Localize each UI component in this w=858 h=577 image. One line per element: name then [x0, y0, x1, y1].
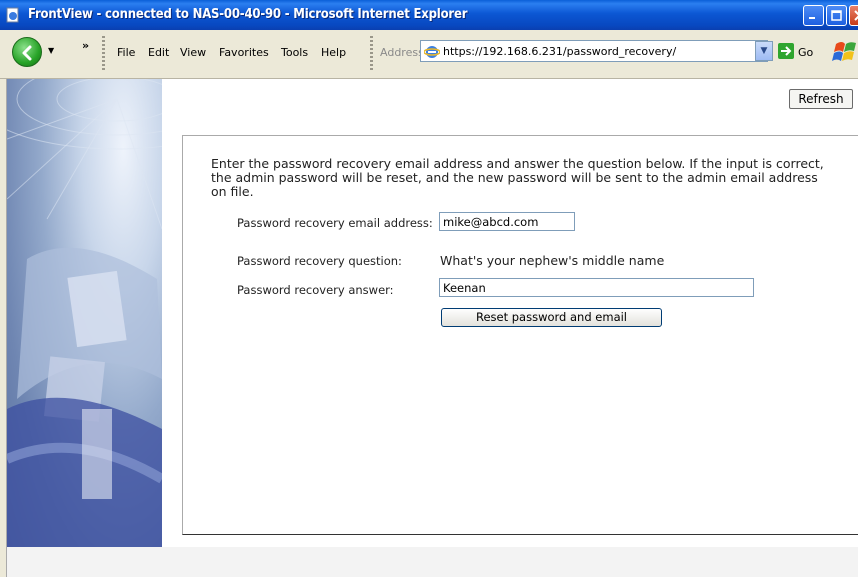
- question-label: Password recovery question:: [237, 254, 402, 268]
- go-arrow-icon[interactable]: [778, 43, 794, 59]
- go-button[interactable]: Go: [798, 46, 813, 59]
- network-cable-image: [7, 79, 162, 547]
- windows-logo-icon: [832, 42, 856, 61]
- window-title: FrontView - connected to NAS-00-40-90 - …: [28, 7, 468, 22]
- answer-field[interactable]: Keenan: [439, 278, 754, 297]
- menu-file[interactable]: File: [117, 46, 135, 59]
- minimize-button[interactable]: [803, 5, 824, 26]
- menu-help[interactable]: Help: [321, 46, 346, 59]
- title-bar: FrontView - connected to NAS-00-40-90 - …: [0, 0, 858, 30]
- close-button[interactable]: [849, 5, 858, 26]
- question-value: What's your nephew's middle name: [440, 253, 665, 268]
- email-label: Password recovery email address:: [237, 216, 433, 230]
- maximize-icon: [831, 10, 842, 21]
- close-icon: [854, 10, 858, 21]
- back-arrow-icon: [22, 45, 32, 61]
- minimize-icon: [809, 17, 815, 19]
- sidebar-graphic: [7, 79, 162, 547]
- menu-favorites[interactable]: Favorites: [219, 46, 269, 59]
- address-label: Address: [380, 46, 424, 59]
- toolbar-chevron[interactable]: »: [82, 39, 89, 52]
- browser-toolbar: ▼ » File Edit View Favorites Tools Help …: [0, 30, 858, 79]
- address-dropdown-icon[interactable]: ▼: [755, 41, 773, 61]
- back-dropdown-icon[interactable]: ▼: [48, 46, 54, 55]
- address-bar[interactable]: https://192.168.6.231/password_recovery/: [420, 40, 768, 62]
- ie-page-icon: [6, 7, 19, 23]
- bottom-area: [7, 547, 858, 577]
- refresh-button[interactable]: Refresh: [789, 89, 853, 109]
- window-frame: [0, 79, 7, 577]
- toolbar-grip: [370, 36, 373, 70]
- menu-view[interactable]: View: [180, 46, 206, 59]
- intro-text: Enter the password recovery email addres…: [211, 156, 824, 199]
- url-text: https://192.168.6.231/password_recovery/: [443, 45, 677, 58]
- email-field[interactable]: mike@abcd.com: [439, 212, 575, 231]
- answer-label: Password recovery answer:: [237, 283, 394, 297]
- reset-password-button[interactable]: Reset password and email: [441, 308, 662, 327]
- menu-edit[interactable]: Edit: [148, 46, 169, 59]
- maximize-button[interactable]: [826, 5, 847, 26]
- menu-tools[interactable]: Tools: [281, 46, 308, 59]
- toolbar-grip: [102, 36, 105, 70]
- back-button[interactable]: [12, 37, 42, 67]
- ie-icon: [424, 46, 440, 58]
